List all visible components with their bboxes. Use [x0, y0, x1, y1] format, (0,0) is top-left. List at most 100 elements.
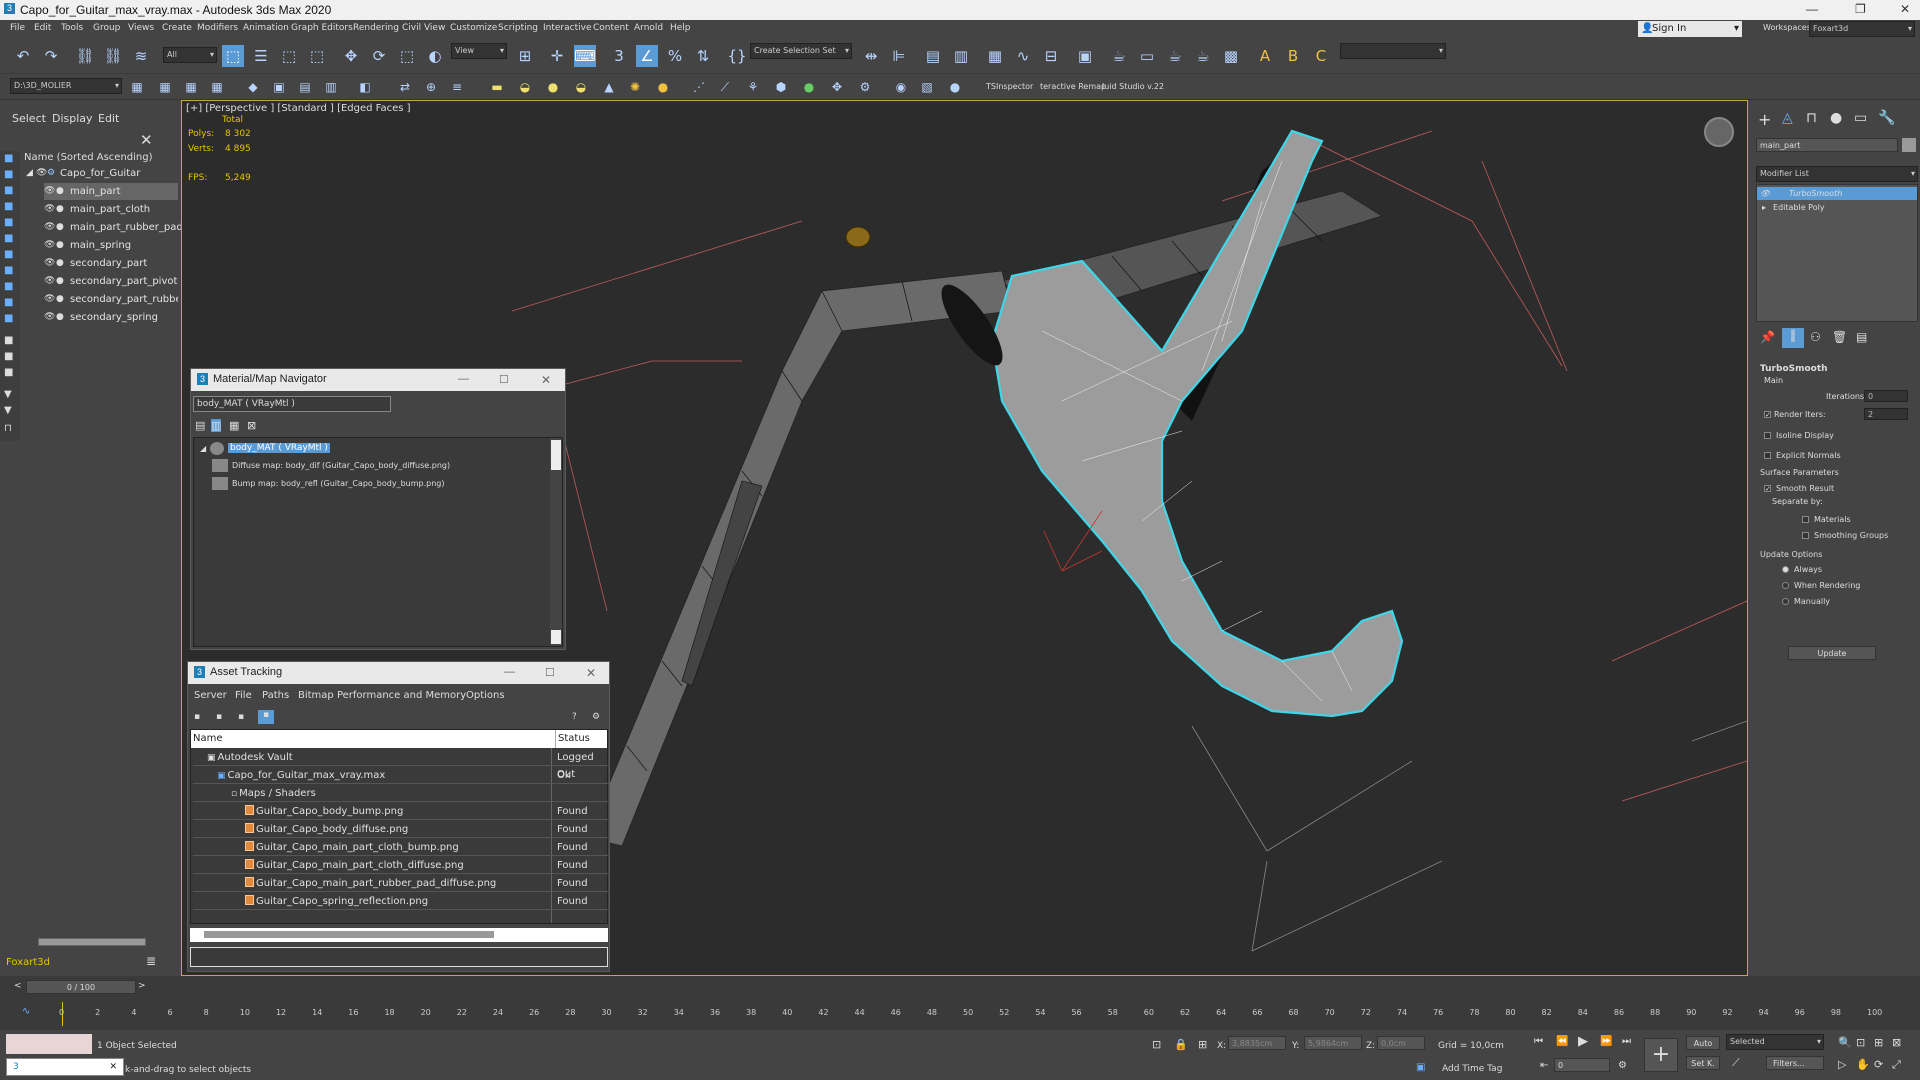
eye-icon[interactable]: 👁 — [44, 183, 55, 200]
menu-edit[interactable]: Edit — [34, 23, 51, 33]
plugin-b-icon[interactable]: B — [1282, 45, 1304, 67]
menu-group[interactable]: Group — [93, 23, 120, 33]
show-end-result-icon[interactable]: ‖ — [1782, 328, 1804, 348]
menu-file[interactable]: File — [235, 690, 252, 701]
menu-rendering[interactable]: Rendering — [353, 23, 399, 33]
percent-snap-icon[interactable]: % — [664, 45, 686, 67]
tree-item[interactable]: 👁 ● main_part — [44, 183, 178, 200]
tool-7-icon[interactable]: ⊕ — [422, 78, 440, 96]
tool-23-icon[interactable]: ◉ — [892, 78, 910, 96]
tool-13-icon[interactable]: ▲ — [600, 78, 618, 96]
filter-icon[interactable]: ■ — [4, 217, 13, 228]
table-row[interactable]: Guitar_Capo_body_diffuse.png Found — [193, 821, 609, 838]
next-frame-icon[interactable]: > — [138, 981, 146, 991]
minimize-icon[interactable]: — — [504, 666, 515, 678]
eye-icon[interactable]: 👁 — [36, 165, 47, 182]
filter-icon[interactable]: ■ — [4, 367, 13, 378]
expand-icon[interactable]: ▸ — [1762, 201, 1766, 214]
maxscript-listener-field[interactable] — [6, 1034, 92, 1054]
collapse-icon[interactable]: ◢ — [200, 441, 206, 456]
display-tab-icon[interactable]: ▭ — [1854, 110, 1867, 126]
tool-4-icon[interactable]: ▥ — [322, 78, 340, 96]
smooth-result-checkbox[interactable]: ✓ — [1764, 485, 1771, 493]
filter-icon[interactable]: ■ — [4, 313, 13, 324]
angle-snap-icon[interactable]: ∠ — [636, 45, 658, 67]
tree-root[interactable]: ◢ 👁 ⚙ Capo_for_Guitar — [26, 165, 176, 182]
material-tree-root[interactable]: ◢ body_MAT ( VRayMtl ) — [200, 441, 400, 456]
go-to-start-icon[interactable]: ⏮ — [1534, 1036, 1543, 1047]
auto-key-button[interactable]: Auto — [1686, 1036, 1720, 1050]
toolbar-icon[interactable]: ▪ — [238, 712, 244, 722]
funnel-icon[interactable]: ▼ — [4, 389, 12, 400]
window-crossing-icon[interactable]: ⬚ — [306, 45, 328, 67]
orbit-icon[interactable]: ⟳ — [1874, 1058, 1883, 1071]
tool-19-icon[interactable]: ⬢ — [772, 78, 790, 96]
tree-item[interactable]: 👁 ● secondary_spring — [44, 309, 178, 326]
render-grid-icon[interactable]: ▩ — [1220, 45, 1242, 67]
snaps-toggle-icon[interactable]: 3 — [608, 45, 630, 67]
extra-toolbar-select[interactable] — [1340, 43, 1446, 59]
tree-item[interactable]: 👁 ● main_spring — [44, 237, 178, 254]
hierarchy-tab-icon[interactable]: ⊓ — [1806, 110, 1817, 126]
material-editor-icon[interactable]: ▣ — [1074, 45, 1096, 67]
minimize-icon[interactable]: — — [458, 373, 469, 385]
tool-8-icon[interactable]: ≡ — [448, 78, 466, 96]
column-header-name[interactable]: Name (Sorted Ascending) — [24, 152, 153, 163]
column-header-status[interactable]: Status — [555, 730, 590, 748]
menu-graph-editors[interactable]: Graph Editors — [291, 23, 353, 33]
select-object-icon[interactable]: ⬚ — [222, 45, 244, 67]
menu-options[interactable]: Options — [466, 690, 505, 701]
link-icon[interactable]: ⛓ — [74, 45, 96, 67]
tool-15-icon[interactable]: ● — [654, 78, 672, 96]
filter-icon[interactable]: ■ — [4, 335, 13, 346]
filters-button[interactable]: Filters... — [1766, 1056, 1824, 1070]
materials-checkbox[interactable] — [1802, 516, 1809, 523]
play-icon[interactable]: ▶ — [1578, 1034, 1588, 1049]
tool-21-icon[interactable]: ✥ — [828, 78, 846, 96]
mirror-icon[interactable]: ⇹ — [860, 45, 882, 67]
key-filter-select[interactable]: Selected — [1726, 1034, 1824, 1050]
close-icon[interactable]: ✕ — [140, 131, 153, 149]
plugin-a-icon[interactable]: A — [1254, 45, 1276, 67]
toolbar-icon[interactable]: ▪ — [258, 710, 274, 724]
expand-icon[interactable]: ◢ — [26, 165, 33, 182]
object-color-swatch[interactable] — [1902, 138, 1916, 152]
project-defaults-icon[interactable]: ▦ — [208, 78, 226, 96]
tool-1-icon[interactable]: ◆ — [244, 78, 262, 96]
ts-inspector-button[interactable]: TSInspector — [986, 82, 1033, 91]
place-icon[interactable]: ◐ — [424, 45, 446, 67]
project-folder-select[interactable]: D:\3D_MOLIER — [10, 78, 122, 94]
menu-bitmap-performance[interactable]: Bitmap Performance and Memory — [298, 690, 466, 701]
pin-stack-icon[interactable]: 📌 — [1760, 330, 1775, 344]
menu-interactive[interactable]: Interactive — [543, 23, 591, 33]
filter-icon[interactable]: ■ — [4, 153, 13, 164]
set-key-button[interactable]: Set K. — [1686, 1056, 1720, 1070]
iterations-spinner[interactable]: 0 — [1864, 390, 1908, 402]
eye-icon[interactable]: 👁 — [44, 219, 55, 236]
menu-create[interactable]: Create — [162, 23, 192, 33]
rectangular-selection-icon[interactable]: ⬚ — [278, 45, 300, 67]
window-header[interactable]: 3 Material/Map Navigator — ☐ ✕ — [191, 369, 565, 391]
tool-20-icon[interactable]: ● — [800, 78, 818, 96]
track-bar[interactable]: ∿ 0 2 4 6 8 10 12 14 16 18 20 22 24 26 28 30 32 34 36 38 40 4… — [0, 1000, 1920, 1030]
sign-in-button[interactable]: 👤 Sign In ▾ — [1638, 21, 1742, 37]
go-to-end-icon[interactable]: ⏭ — [1622, 1036, 1631, 1047]
edit-named-selection-icon[interactable]: {} — [726, 45, 748, 67]
zoom-icon[interactable]: 🔍 — [1838, 1036, 1852, 1049]
toolbar-icon[interactable]: ▪ — [194, 712, 200, 722]
filter-icon[interactable]: ■ — [4, 185, 13, 196]
when-rendering-radio[interactable] — [1782, 582, 1789, 589]
vertical-scrollbar[interactable] — [550, 438, 562, 646]
render-iters-spinner[interactable]: 2 — [1864, 408, 1908, 420]
filter-icon[interactable]: ■ — [4, 297, 13, 308]
table-row[interactable]: Guitar_Capo_spring_reflection.png Found — [193, 893, 609, 910]
hierarchy-icon[interactable]: ⊓ — [4, 423, 12, 434]
tool-18-icon[interactable]: ⚘ — [744, 78, 762, 96]
tool-24-icon[interactable]: ▧ — [918, 78, 936, 96]
eye-icon[interactable]: 👁 — [44, 237, 55, 254]
modifier-list-select[interactable]: Modifier List — [1756, 166, 1918, 182]
close-icon[interactable]: ✕ — [586, 666, 596, 680]
zoom-all-icon[interactable]: ⊡ — [1856, 1036, 1865, 1049]
zoom-extents-all-icon[interactable]: ⊠ — [1892, 1036, 1901, 1049]
tool-22-icon[interactable]: ⚙ — [856, 78, 874, 96]
